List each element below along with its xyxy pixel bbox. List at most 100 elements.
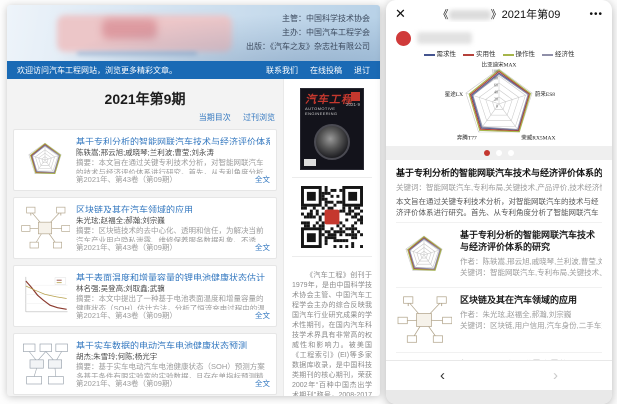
current-issue-toc-link[interactable]: 当期目次	[199, 113, 231, 122]
article-abstract: 摘要：基于实车电动汽车电池健康状态（SOH）预测方案多基于条件有限实验室的实验数…	[76, 362, 270, 378]
title-prefix: 《	[438, 9, 449, 21]
list-item-keywords: 关键词：智能网联汽车,专利布局,关键技术,产品评...	[460, 267, 602, 278]
article-authors: 林名强;吴登高;刘取鑫;武骥	[76, 283, 270, 292]
mobile-bottom-nav: ‹ ›	[386, 360, 612, 390]
journal-description: 《汽车工程》创刊于1979年，是由中国科学技术协会主管、中国汽车工程学会主办的综…	[284, 265, 380, 396]
article-issue-meta: 第2021年、第43卷（第09期）	[76, 174, 255, 185]
legend-dash-icon	[503, 54, 514, 56]
network-diagram-thumbnail-icon	[396, 294, 452, 346]
issue-article-list: 2021年第9期 当期目次 过刊浏览 基于专利分析的智能网联汽车技术与经济评价体…	[7, 79, 283, 396]
article-title-link[interactable]: 区块链及其在汽车领域的应用	[76, 203, 270, 213]
list-item-title: 基于专利分析的智能网联汽车技术与经济评价体系的研究	[460, 229, 602, 253]
site-logo-underline	[77, 52, 197, 55]
article-abstract: 摘要：区块链技术的去中心化、透明和信任，为解决当前汽车产业用户隐私泄露、维修保养…	[76, 226, 270, 242]
article-issue-meta: 第2021年、第43卷（第09期）	[76, 242, 255, 253]
carousel-dot[interactable]	[496, 150, 502, 156]
avatar	[396, 31, 411, 46]
chart-legend: 需求性 实用性 操作性 经济性	[394, 48, 604, 58]
featured-article-keywords: 关键词：智能网联汽车,专利布局,关键技术,产品评价,技术经济性能	[396, 182, 602, 193]
svg-text:80: 80	[494, 76, 498, 81]
article-card: 区块链及其在汽车领域的应用 朱光玹;赵福全;郝瀚;刘宗巍 摘要：区块链技术的去中…	[13, 197, 277, 259]
fulltext-link[interactable]: 全文	[255, 174, 270, 185]
top-navbar: 欢迎访问汽车工程网站，浏览更多精彩文章。 联系我们 在线投稿 退订	[7, 61, 380, 79]
article-title-link[interactable]: 基于表面温度和增量容量的锂电池健康状态估计	[76, 271, 270, 281]
masthead-sponsor: 主办：中国汽车工程学会	[246, 26, 370, 40]
account-name-redacted	[417, 32, 472, 44]
article-issue-meta: 第2021年、第43卷（第09期）	[76, 378, 255, 389]
sidebar-divider	[292, 256, 372, 257]
unsubscribe-link[interactable]: 退订	[354, 65, 370, 76]
legend-dash-icon	[542, 54, 553, 56]
article-abstract: 摘要：本文旨在通过关键专利技术分析，对智能网联汽车的技术与经济评价体系进行研究。…	[76, 158, 270, 174]
title-redacted	[449, 10, 491, 20]
article-authors: 胡杰;朱雪玲;何陈;杨光宇	[76, 351, 270, 360]
svg-text:比亚迪宋MAX: 比亚迪宋MAX	[482, 60, 517, 68]
site-header: 主管：中国科学技术协会 主办：中国汽车工程学会 出版：《汽车之友》杂志社有限公司	[7, 5, 380, 61]
site-logo-redacted	[57, 15, 232, 52]
title-suffix: 》2021年第09	[491, 9, 561, 21]
mobile-page-title: 《 》2021年第09	[417, 6, 581, 22]
svg-text:荣威RX5MAX: 荣威RX5MAX	[521, 133, 555, 141]
featured-article-title: 基于专利分析的智能网联汽车技术与经济评价体系的研究	[396, 166, 602, 179]
fulltext-link[interactable]: 全文	[255, 378, 270, 389]
flowchart-thumbnail-icon	[20, 339, 70, 389]
article-issue-meta: 第2021年、第43卷（第09期）	[76, 310, 255, 321]
carousel-dot-active[interactable]	[484, 150, 490, 156]
legend-item: 需求性	[424, 48, 457, 58]
cover-red-badge	[351, 92, 360, 101]
mobile-article-window: ✕ 《 》2021年第09 ••• 需求性 实用性 操作性 经济性 比亚迪宋MAX…	[386, 0, 612, 404]
contact-us-link[interactable]: 联系我们	[266, 65, 298, 76]
featured-article: 基于专利分析的智能网联汽车技术与经济评价体系的研究 关键词：智能网联汽车,专利布…	[386, 160, 612, 222]
network-diagram-thumbnail-icon	[20, 203, 70, 253]
masthead-info: 主管：中国科学技术协会 主办：中国汽车工程学会 出版：《汽车之友》杂志社有限公司	[246, 12, 370, 54]
article-authors: 朱光玹;赵福全;郝瀚;刘宗巍	[76, 215, 270, 224]
journal-cover-subtitle: AUTOMOTIVE ENGINEERING	[305, 106, 363, 116]
article-authors: 陈轶嵩;邢云旭;戚晓琴;兰利波;曹莹;刘永涛	[76, 147, 270, 156]
list-item[interactable]: 区块链及其在汽车领域的应用 作者：朱光玹,赵福全,郝瀚,刘宗巍 关键词：区块链,…	[396, 287, 602, 352]
list-item-authors: 作者：朱光玹,赵福全,郝瀚,刘宗巍	[460, 309, 602, 320]
svg-text:60: 60	[494, 83, 498, 88]
masthead-supervisor: 主管：中国科学技术协会	[246, 12, 370, 26]
article-abstract: 摘要：本文中提出了一种基于电池表面温度和增量容量的健康状态（SOH）估计方法，分…	[76, 294, 270, 310]
radar-chart-block: 需求性 实用性 操作性 经济性 比亚迪宋MAX蔚来ES8荣威RX5MAX奔腾T7…	[386, 48, 612, 146]
list-item[interactable]: 基于专利分析的智能网联汽车技术与经济评价体系的研究 作者：陈轶嵩,邢云旭,戚晓琴…	[396, 222, 602, 287]
line-chart-thumbnail-icon	[20, 271, 70, 321]
home-indicator-bar	[386, 390, 612, 404]
welcome-text: 欢迎访问汽车工程网站，浏览更多精彩文章。	[17, 65, 254, 76]
cover-barcode-label	[304, 159, 316, 166]
svg-text:0: 0	[496, 104, 498, 109]
fulltext-link[interactable]: 全文	[255, 242, 270, 253]
article-title-link[interactable]: 基于专利分析的智能网联汽车技术与经济评价体系的研究	[76, 135, 270, 145]
carousel-dot[interactable]	[508, 150, 514, 156]
journal-website-window: 主管：中国科学技术协会 主办：中国汽车工程学会 出版：《汽车之友》杂志社有限公司…	[7, 5, 380, 396]
cover-issue-tag: 2021·9	[346, 102, 360, 107]
journal-cover-image: 汽车工程 AUTOMOTIVE ENGINEERING 2021·9	[301, 89, 363, 169]
forward-chevron-icon[interactable]: ›	[499, 361, 612, 390]
legend-item: 经济性	[542, 48, 575, 58]
more-menu-icon[interactable]: •••	[581, 9, 603, 20]
mobile-header: ✕ 《 》2021年第09 •••	[386, 0, 612, 28]
list-item-keywords: 关键词：区块链,用户信用,汽车身份,二手车交易,汽...	[460, 320, 602, 331]
featured-article-abstract: 本文旨在通过关键专利技术分析，对智能网联汽车的技术与经济评价体系进行研究。首先、…	[396, 196, 602, 218]
masthead-publisher: 出版：《汽车之友》杂志社有限公司	[246, 40, 370, 54]
back-chevron-icon[interactable]: ‹	[386, 361, 499, 390]
article-title-link[interactable]: 基于实车数据的电动汽车电池健康状态预测	[76, 339, 270, 349]
svg-text:40: 40	[494, 90, 498, 95]
sidebar-divider	[292, 177, 372, 178]
article-card: 基于表面温度和增量容量的锂电池健康状态估计 林名强;吴登高;刘取鑫;武骥 摘要：…	[13, 265, 277, 327]
close-icon[interactable]: ✕	[395, 6, 417, 22]
issue-title: 2021年第9期	[13, 89, 277, 109]
cover-wheel-photo	[314, 124, 350, 160]
online-submission-link[interactable]: 在线投稿	[310, 65, 342, 76]
fulltext-link[interactable]: 全文	[255, 310, 270, 321]
legend-dash-icon	[424, 54, 435, 56]
svg-text:20: 20	[494, 97, 498, 102]
legend-dash-icon	[463, 54, 474, 56]
article-card: 基于实车数据的电动汽车电池健康状态预测 胡杰;朱雪玲;何陈;杨光宇 摘要：基于实…	[13, 333, 277, 395]
archive-browse-link[interactable]: 过刊浏览	[243, 113, 275, 122]
account-row	[386, 28, 612, 48]
radar-chart-thumbnail-icon	[20, 135, 70, 185]
svg-text:100: 100	[492, 69, 498, 74]
list-item-authors: 作者：陈轶嵩,邢云旭,戚晓琴,兰利波,曹莹,刘永涛	[460, 256, 602, 267]
site-logo-redacted-inner	[102, 19, 157, 39]
